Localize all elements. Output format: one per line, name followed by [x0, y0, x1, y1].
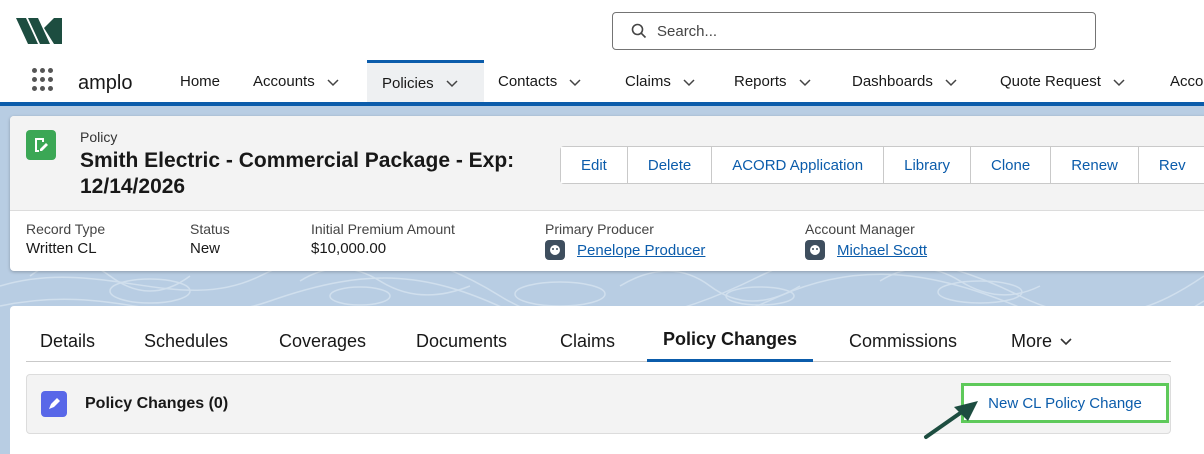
- tab-details[interactable]: Details: [40, 320, 95, 362]
- account-manager-link[interactable]: Michael Scott: [837, 242, 927, 259]
- chevron-down-icon[interactable]: [1113, 76, 1125, 88]
- nav-tab-label: Policies: [382, 74, 434, 92]
- field-initial-premium: Initial Premium Amount $10,000.00: [311, 221, 455, 257]
- global-header: Search...: [0, 0, 1204, 60]
- chevron-down-icon[interactable]: [799, 76, 811, 88]
- field-label: Status: [190, 221, 230, 237]
- user-avatar-icon: [805, 240, 825, 260]
- tab-claims[interactable]: Claims: [560, 320, 615, 362]
- field-value: Michael Scott: [805, 240, 927, 260]
- pen-icon: [49, 398, 60, 409]
- policy-change-icon: [41, 391, 67, 417]
- search-icon: [631, 23, 647, 39]
- tab-commissions[interactable]: Commissions: [849, 320, 957, 362]
- policy-icon: [26, 130, 56, 160]
- field-label: Primary Producer: [545, 221, 654, 237]
- nav-tab-label: Quote Request: [1000, 73, 1101, 90]
- edit-button[interactable]: Edit: [561, 147, 628, 183]
- field-value: New: [190, 240, 221, 257]
- field-primary-producer: Primary Producer Penelope Producer: [545, 221, 705, 260]
- object-label: Policy: [80, 129, 118, 145]
- renew-button[interactable]: Renew: [1051, 147, 1139, 183]
- nav-tab-accounts[interactable]: Accounts: [253, 60, 339, 103]
- acord-application-button[interactable]: ACORD Application: [712, 147, 885, 183]
- new-cl-policy-change-button[interactable]: New CL Policy Change: [961, 383, 1169, 423]
- tab-more[interactable]: More: [1011, 320, 1072, 362]
- field-account-manager: Account Manager Michael Scott: [805, 221, 927, 260]
- field-label: Initial Premium Amount: [311, 221, 455, 237]
- chevron-down-icon[interactable]: [683, 76, 695, 88]
- app-name: amplo: [78, 72, 133, 94]
- chevron-down-icon[interactable]: [945, 76, 957, 88]
- tab-more-label: More: [1011, 330, 1053, 351]
- nav-tab-policies[interactable]: Policies: [367, 60, 484, 103]
- field-value: $10,000.00: [311, 240, 387, 257]
- nav-tab-label: Dashboards: [852, 73, 933, 90]
- chevron-down-icon[interactable]: [569, 76, 581, 88]
- nav-tab-contacts[interactable]: Contacts: [498, 60, 581, 103]
- field-status: Status New: [190, 221, 230, 257]
- field-label: Record Type: [26, 221, 106, 237]
- record-title: Smith Electric - Commercial Package - Ex…: [80, 149, 515, 198]
- nav-tab-label: Home: [180, 73, 221, 90]
- policy-document-icon: [35, 138, 48, 152]
- library-button[interactable]: Library: [884, 147, 971, 183]
- tab-bar: Details Schedules Coverages Documents Cl…: [26, 320, 1171, 362]
- primary-producer-link[interactable]: Penelope Producer: [577, 242, 705, 259]
- nav-tab-reports[interactable]: Reports: [734, 60, 811, 103]
- record-actions: Edit Delete ACORD Application Library Cl…: [560, 146, 1204, 184]
- nav-tab-dashboards[interactable]: Dashboards: [852, 60, 957, 103]
- user-avatar-icon: [545, 240, 565, 260]
- delete-button[interactable]: Delete: [627, 147, 713, 183]
- nav-tab-accounts-overflow[interactable]: Acco: [1170, 60, 1204, 103]
- rev-button[interactable]: Rev: [1138, 147, 1204, 183]
- field-value: Written CL: [26, 240, 97, 257]
- nav-tab-label: Claims: [625, 73, 671, 90]
- nav-tab-label: Acco: [1170, 73, 1204, 90]
- annotation-arrow-icon: [924, 401, 978, 439]
- chevron-down-icon[interactable]: [327, 76, 339, 88]
- search-placeholder: Search...: [657, 22, 718, 40]
- tab-schedules[interactable]: Schedules: [144, 320, 228, 362]
- nav-tab-home[interactable]: Home: [180, 60, 220, 103]
- nav-tab-claims[interactable]: Claims: [625, 60, 695, 103]
- app-launcher-icon[interactable]: [32, 68, 56, 92]
- field-value: Penelope Producer: [545, 240, 705, 260]
- search-input[interactable]: Search...: [612, 12, 1096, 50]
- policy-changes-related-list: Policy Changes (0) New CL Policy Change: [26, 374, 1171, 434]
- record-header: Policy Smith Electric - Commercial Packa…: [10, 116, 1204, 271]
- record-tabs-card: Details Schedules Coverages Documents Cl…: [10, 306, 1204, 454]
- chevron-down-icon: [1060, 338, 1072, 346]
- nav-tab-label: Accounts: [253, 73, 315, 90]
- amplo-logo-icon[interactable]: [14, 14, 64, 48]
- tab-documents[interactable]: Documents: [416, 320, 507, 362]
- nav-tab-label: Reports: [734, 73, 787, 90]
- chevron-down-icon[interactable]: [446, 77, 458, 89]
- nav-tab-label: Contacts: [498, 73, 558, 90]
- field-label: Account Manager: [805, 221, 915, 237]
- clone-button[interactable]: Clone: [970, 147, 1052, 183]
- tab-coverages[interactable]: Coverages: [279, 320, 366, 362]
- tab-policy-changes[interactable]: Policy Changes: [647, 320, 814, 362]
- field-record-type: Record Type Written CL: [26, 221, 105, 257]
- nav-tab-quote-request[interactable]: Quote Request: [1000, 60, 1125, 103]
- related-list-title: Policy Changes (0): [85, 395, 229, 412]
